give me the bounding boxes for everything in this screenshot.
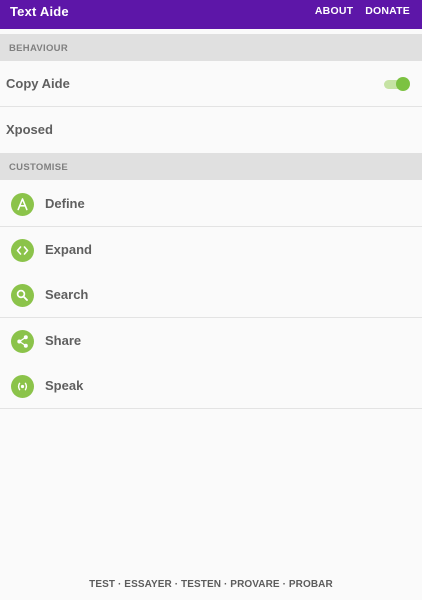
footer-test-languages[interactable]: TEST · ESSAYER · TESTEN · PROVARE · PROB… [0, 579, 422, 590]
copy-aide-label: Copy Aide [6, 76, 70, 91]
search-row[interactable]: Search [0, 272, 422, 318]
app-title: Text Aide [10, 4, 69, 19]
share-label: Share [45, 333, 82, 348]
speak-label: Speak [45, 378, 84, 393]
search-label: Search [45, 287, 89, 302]
xposed-row[interactable]: Xposed [0, 107, 422, 153]
about-button[interactable]: ABOUT [315, 5, 353, 17]
share-row[interactable]: Share [0, 318, 422, 364]
share-icon [11, 330, 34, 353]
speak-icon [11, 375, 34, 398]
expand-row[interactable]: Expand [0, 227, 422, 273]
define-label: Define [45, 196, 85, 211]
app-bar: Text Aide ABOUT DONATE [0, 0, 422, 29]
speak-row[interactable]: Speak [0, 363, 422, 409]
donate-button[interactable]: DONATE [365, 5, 410, 17]
xposed-label: Xposed [6, 122, 53, 137]
search-icon [11, 284, 34, 307]
copy-aide-toggle[interactable] [384, 77, 410, 91]
expand-label: Expand [45, 242, 92, 257]
expand-code-icon [11, 239, 34, 262]
toggle-thumb [396, 77, 410, 91]
define-letter-a-icon [11, 193, 34, 216]
copy-aide-row[interactable]: Copy Aide [0, 61, 422, 107]
section-header-customise: CUSTOMISE [0, 153, 422, 180]
define-row[interactable]: Define [0, 181, 422, 227]
section-header-behaviour: BEHAVIOUR [0, 34, 422, 61]
app-bar-actions: ABOUT DONATE [315, 5, 410, 17]
